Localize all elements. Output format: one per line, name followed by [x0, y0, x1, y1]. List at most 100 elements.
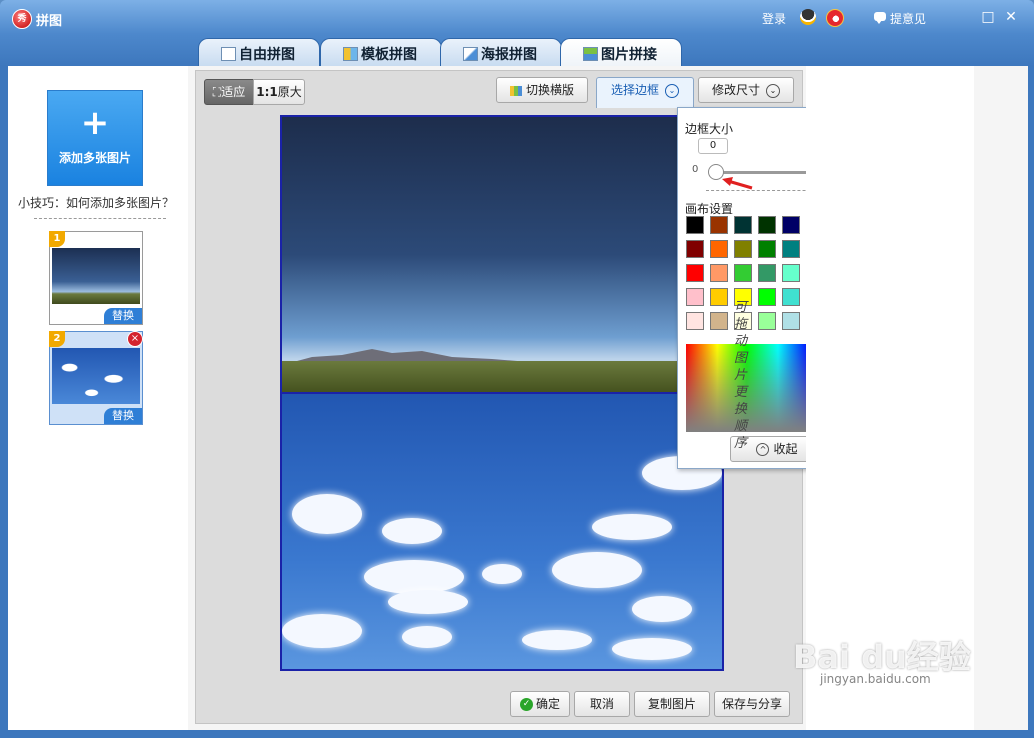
color-swatch[interactable] — [710, 216, 728, 234]
fit-icon: ⛶ — [212, 85, 222, 99]
fit-button[interactable]: ⛶适应 — [204, 79, 254, 105]
chevron-up-icon: ^ — [756, 443, 770, 456]
select-border-label: 选择边框 — [610, 83, 659, 97]
ratio-icon: 1:1 — [256, 85, 278, 99]
switch-landscape-label: 切换横版 — [525, 83, 574, 97]
color-swatch[interactable] — [710, 240, 728, 258]
chevron-down-icon: ⌄ — [665, 83, 679, 98]
app-window: 秀 拼图 登录 提意见 □ ✕ 自由拼图 模板拼图 海报拼图 图片拼接 + 添加… — [0, 0, 1034, 738]
poster-collage-icon — [463, 47, 478, 61]
cloud — [282, 614, 362, 648]
add-images-label: 添加多张图片 — [58, 151, 131, 165]
tab-image-stitch[interactable]: 图片拼接 — [560, 38, 682, 68]
color-swatch[interactable] — [710, 264, 728, 282]
color-swatch[interactable] — [734, 216, 752, 234]
original-size-label: 原大 — [277, 85, 302, 99]
canvas-settings-title: 画布设置 — [685, 202, 734, 216]
check-icon: ✓ — [519, 698, 533, 711]
color-swatch[interactable] — [686, 312, 704, 330]
replace-button[interactable]: 替换 — [104, 408, 142, 424]
color-swatch[interactable] — [782, 240, 800, 258]
border-size-title: 边框大小 — [685, 122, 734, 136]
confirm-label: 确定 — [535, 697, 560, 711]
collapse-label: 收起 — [773, 442, 798, 456]
add-images-button[interactable]: + 添加多张图片 — [47, 90, 143, 186]
template-collage-icon — [343, 47, 358, 61]
thumbnail-1[interactable]: 1 替换 — [49, 231, 143, 325]
tab-poster-collage[interactable]: 海报拼图 — [440, 38, 562, 67]
color-swatch[interactable] — [758, 288, 776, 306]
cloud — [482, 564, 522, 584]
grass-field — [282, 361, 722, 392]
title-bar: 秀 拼图 登录 提意见 □ ✕ — [0, 0, 1034, 36]
cloud — [382, 518, 442, 544]
cloud — [592, 514, 672, 540]
cloud — [402, 626, 452, 648]
thumbnail-index-badge: 2 — [49, 331, 65, 347]
color-swatch[interactable] — [734, 240, 752, 258]
chevron-down-icon: ⌄ — [766, 83, 780, 98]
color-swatch[interactable] — [782, 288, 800, 306]
feedback-icon[interactable] — [874, 12, 886, 24]
slider-min-label: 0 — [692, 164, 699, 175]
border-size-value: 0 — [698, 138, 728, 154]
save-share-button[interactable]: 保存与分享 — [714, 691, 790, 717]
color-swatch[interactable] — [782, 216, 800, 234]
stitched-canvas[interactable] — [280, 115, 724, 671]
replace-button[interactable]: 替换 — [104, 308, 142, 324]
tab-label: 海报拼图 — [481, 47, 537, 63]
tab-free-collage[interactable]: 自由拼图 — [198, 38, 320, 67]
cloud-sky-image[interactable] — [282, 394, 722, 669]
tab-label: 模板拼图 — [361, 47, 417, 63]
color-swatch[interactable] — [710, 312, 728, 330]
image-sidebar: + 添加多张图片 小技巧：如何添加多张图片？ 1 替换 2 × 替换 — [8, 66, 188, 730]
color-swatch[interactable] — [710, 288, 728, 306]
switch-landscape-button[interactable]: 切换横版 — [496, 77, 588, 103]
window-title: 拼图 — [36, 14, 63, 29]
main-content: + 添加多张图片 小技巧：如何添加多张图片？ 1 替换 2 × 替换 ⛶适应 1… — [8, 66, 1028, 730]
maximize-button[interactable]: □ — [980, 9, 996, 25]
tab-label: 自由拼图 — [239, 47, 295, 63]
color-swatch[interactable] — [758, 264, 776, 282]
login-link[interactable]: 登录 — [762, 10, 786, 27]
thumbnail-2[interactable]: 2 × 替换 — [49, 331, 143, 425]
copy-image-button[interactable]: 复制图片 — [634, 691, 710, 717]
weibo-icon[interactable] — [826, 9, 844, 27]
plus-icon: + — [80, 103, 110, 143]
tip-link[interactable]: 小技巧：如何添加多张图片？ — [18, 194, 174, 211]
original-size-button[interactable]: 1:1原大 — [253, 79, 305, 105]
cloud — [388, 590, 468, 614]
qq-icon[interactable] — [800, 9, 816, 25]
color-swatch[interactable] — [782, 312, 800, 330]
color-swatch[interactable] — [758, 312, 776, 330]
color-swatch[interactable] — [686, 216, 704, 234]
delete-icon[interactable]: × — [127, 331, 143, 347]
thumbnail-image-sky — [52, 348, 140, 404]
cloud — [522, 630, 592, 650]
right-panel — [806, 66, 974, 730]
select-border-button[interactable]: 选择边框 ⌄ — [596, 77, 694, 108]
color-swatch[interactable] — [686, 264, 704, 282]
cloud — [292, 494, 362, 534]
editor-workspace: ⛶适应 1:1原大 切换横版 选择边框 ⌄ 修改尺寸 ⌄ 边框大小 0 0 画布… — [195, 70, 881, 724]
color-swatch[interactable] — [782, 264, 800, 282]
thumbnail-index-badge: 1 — [49, 231, 65, 247]
color-swatch[interactable] — [758, 240, 776, 258]
close-button[interactable]: ✕ — [1003, 9, 1019, 25]
divider — [34, 218, 166, 219]
thumbnail-image-night — [52, 248, 140, 304]
cloud — [612, 638, 692, 660]
tab-template-collage[interactable]: 模板拼图 — [320, 38, 442, 67]
fit-label: 适应 — [221, 85, 246, 99]
cloud — [552, 552, 642, 588]
confirm-button[interactable]: ✓ 确定 — [510, 691, 570, 717]
resize-button[interactable]: 修改尺寸 ⌄ — [698, 77, 794, 103]
color-swatch[interactable] — [686, 288, 704, 306]
cloud — [632, 596, 692, 622]
color-swatch[interactable] — [734, 264, 752, 282]
cancel-button[interactable]: 取消 — [574, 691, 630, 717]
color-swatch[interactable] — [686, 240, 704, 258]
app-logo-icon: 秀 — [12, 9, 32, 29]
color-swatch[interactable] — [758, 216, 776, 234]
feedback-link[interactable]: 提意见 — [890, 10, 926, 27]
